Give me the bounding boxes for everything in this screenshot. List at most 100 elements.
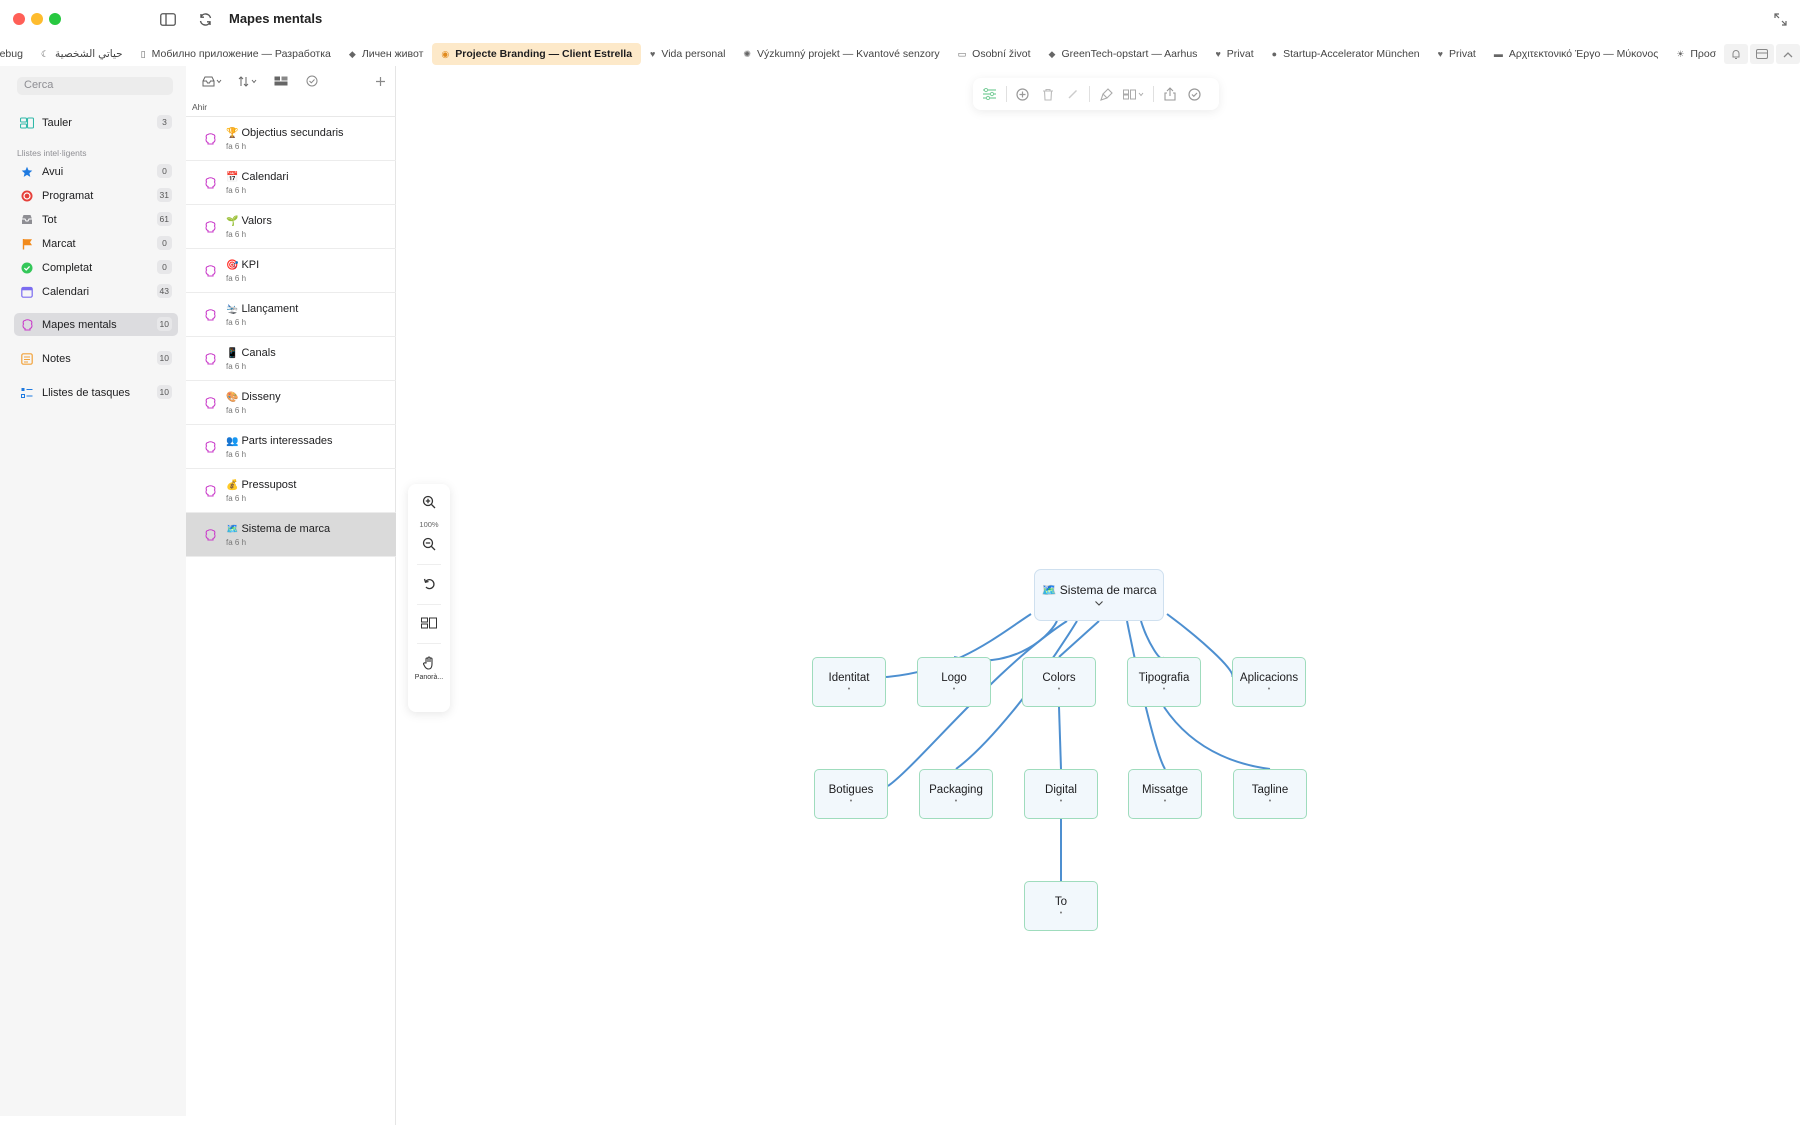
tag-icon: ◆ [348, 48, 356, 59]
tab[interactable]: ▯ Мобилно приложение — Разработка [132, 43, 340, 65]
mindmap-node[interactable]: To • [1024, 881, 1098, 931]
window-title: Mapes mentals [229, 11, 323, 26]
sync-icon[interactable] [194, 9, 216, 29]
count-badge: 10 [156, 351, 172, 365]
tab[interactable]: Debug [0, 43, 32, 65]
mindmap-node[interactable]: Tipografia • [1127, 657, 1201, 707]
bell-icon[interactable] [1724, 44, 1748, 64]
tab[interactable]: ◆ GreenTech-opstart — Aarhus [1040, 43, 1207, 65]
mindmap-node-label: Aplicacions [1239, 671, 1299, 684]
brain-icon [205, 484, 216, 497]
list-item-emoji: 🎨 [226, 392, 239, 403]
node-dot: • [954, 797, 958, 805]
chevron-down-icon[interactable] [1095, 598, 1103, 608]
list-item-emoji: 🗺️ [226, 524, 239, 535]
view-mode-icon[interactable] [272, 72, 290, 90]
sidebar-item-avui[interactable]: Avui 0 [14, 160, 178, 183]
tab[interactable]: ◆ Личен живот [340, 43, 432, 65]
tab[interactable]: ● Startup-Accelerator München [1263, 43, 1429, 65]
sort-icon[interactable] [236, 72, 260, 90]
list-item-label: Calendari [241, 171, 289, 183]
mindmap-node[interactable]: Packaging • [919, 769, 993, 819]
tab[interactable]: ▬ Αρχιτεκτονικό Έργο — Μύκονος [1485, 43, 1667, 65]
list-item-title: 📅 Calendari [226, 171, 289, 183]
sidebar-item-programat[interactable]: Programat 31 [14, 184, 178, 207]
tab[interactable]: ♥ Privat [1206, 43, 1262, 65]
mindmap-node[interactable]: Identitat • [812, 657, 886, 707]
tab[interactable]: ▭ Osobní život [949, 43, 1040, 65]
sidebar: Cerca Tauler 3 Llistes intel·ligents Avu… [0, 66, 186, 1116]
list-item[interactable]: 📅 Calendari fa 6 h [186, 161, 396, 205]
list-item-emoji: 🛬 [226, 304, 239, 315]
brain-icon [205, 132, 216, 145]
mindmap-node[interactable]: Missatge • [1128, 769, 1202, 819]
add-icon[interactable] [372, 72, 388, 90]
mindmap-node[interactable]: Colors • [1022, 657, 1096, 707]
list-item[interactable]: 🗺️ Sistema de marca fa 6 h [186, 513, 396, 557]
root-node[interactable]: 🗺️ Sistema de marca [1034, 569, 1164, 621]
sidebar-item-llistes-de-tasques[interactable]: Llistes de tasques 10 [14, 381, 178, 404]
list-item[interactable]: 👥 Parts interessades fa 6 h [186, 425, 396, 469]
search-input[interactable]: Cerca [17, 77, 173, 95]
sidebar-item-notes[interactable]: Notes 10 [14, 347, 178, 370]
check-circle-icon[interactable] [303, 72, 321, 90]
list-item[interactable]: 🏆 Objectius secundaris fa 6 h [186, 117, 396, 161]
minimize-window-button[interactable] [31, 13, 43, 25]
list-item[interactable]: 💰 Pressupost fa 6 h [186, 469, 396, 513]
mindmap-node[interactable]: Tagline • [1233, 769, 1307, 819]
sidebar-item-marcat[interactable]: Marcat 0 [14, 232, 178, 255]
sidebar-item-tot[interactable]: Tot 61 [14, 208, 178, 231]
list-item-label: Valors [241, 215, 272, 227]
mindmap-node-label: Missatge [1141, 783, 1189, 796]
tab[interactable]: ♥ Privat [1429, 43, 1485, 65]
node-dot: • [849, 797, 853, 805]
mindmap-node[interactable]: Botigues • [814, 769, 888, 819]
tab-label: Debug [0, 48, 23, 60]
list-item[interactable]: 🎯 KPI fa 6 h [186, 249, 396, 293]
mindmap-node-label: Tipografia [1138, 671, 1190, 684]
brain-icon [205, 176, 216, 189]
sidebar-item-calendari[interactable]: Calendari 43 [14, 280, 178, 303]
heart-icon: ♥ [1215, 49, 1221, 59]
layout-icon[interactable] [1750, 44, 1774, 64]
list-item-time: fa 6 h [226, 318, 247, 327]
list-item[interactable]: 🎨 Disseny fa 6 h [186, 381, 396, 425]
sidebar-item-label: Mapes mentals [42, 318, 117, 331]
sidebar-item-label: Marcat [42, 237, 76, 250]
list-item[interactable]: 🌱 Valors fa 6 h [186, 205, 396, 249]
heart-icon: ♥ [650, 49, 656, 59]
mindmap-node[interactable]: Logo • [917, 657, 991, 707]
board-icon [20, 116, 34, 130]
sidebar-item-label: Tot [42, 213, 57, 226]
sidebar-item-mapes-mentals[interactable]: Mapes mentals 10 [14, 313, 178, 336]
list-item-emoji: 📱 [226, 348, 239, 359]
mindmap-node-label: Logo [941, 671, 967, 684]
sidebar-item-completat[interactable]: Completat 0 [14, 256, 178, 279]
chevron-up-icon[interactable] [1776, 44, 1800, 64]
brain-icon [205, 220, 216, 233]
list-item[interactable]: 📱 Canals fa 6 h [186, 337, 396, 381]
list-item[interactable]: 🛬 Llançament fa 6 h [186, 293, 396, 337]
connector-line [1163, 706, 1271, 770]
fullscreen-icon[interactable] [1769, 9, 1791, 29]
tab-label: Projecte Branding — Client Estrella [455, 48, 633, 60]
mindmap-canvas[interactable]: 100% Panorà... 🗺️ Sistema de marca Ident… [397, 66, 1800, 1125]
list-item-emoji: 📅 [226, 172, 239, 183]
filter-tray-icon[interactable] [200, 72, 224, 90]
sidebar-item-board[interactable]: Tauler 3 [14, 111, 178, 134]
list-item-time: fa 6 h [226, 186, 247, 195]
sidebar-toggle-icon[interactable] [157, 9, 179, 29]
mindmap-node[interactable]: Digital • [1024, 769, 1098, 819]
tab[interactable]: ♥ Vida personal [641, 43, 734, 65]
count-badge: 61 [156, 212, 172, 226]
list-toolbar [186, 66, 396, 96]
mindmap-node[interactable]: Aplicacions • [1232, 657, 1306, 707]
tab[interactable]: ◉ Projecte Branding — Client Estrella [432, 43, 642, 65]
tab[interactable]: ✺ Výzkumný projekt — Kvantové senzory [734, 43, 948, 65]
close-window-button[interactable] [13, 13, 25, 25]
root-node-emoji: 🗺️ [1041, 582, 1057, 597]
node-dot: • [1267, 685, 1271, 693]
mindmap-node-label: To [1054, 895, 1068, 908]
zoom-window-button[interactable] [49, 13, 61, 25]
tab[interactable]: ☾ حياتي الشخصية [32, 43, 132, 65]
